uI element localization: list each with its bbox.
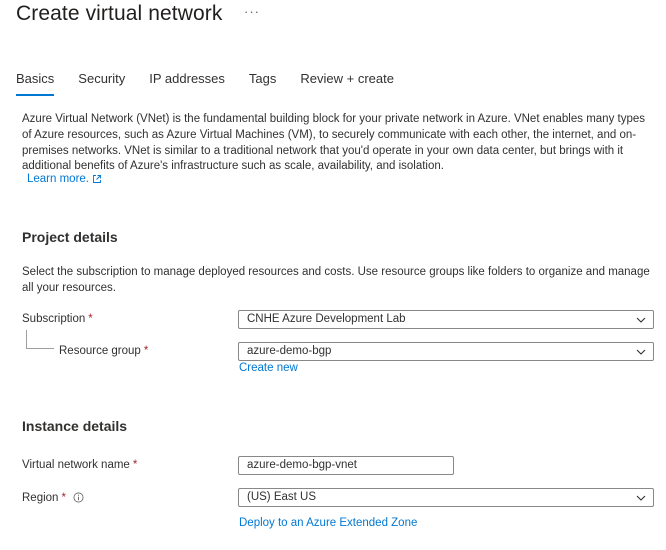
learn-more-label: Learn more. (27, 173, 90, 185)
info-icon[interactable] (73, 492, 84, 503)
tree-connector-vertical (26, 330, 27, 348)
project-details-heading: Project details (22, 229, 118, 245)
more-options-button[interactable]: ··· (244, 4, 260, 19)
instance-details-heading: Instance details (22, 418, 128, 434)
resource-group-label-text: Resource group (59, 345, 141, 357)
required-marker: * (132, 459, 138, 471)
resource-group-label: Resource group * (59, 345, 148, 357)
create-new-resource-group-link[interactable]: Create new (239, 362, 298, 374)
tab-review-create[interactable]: Review + create (300, 70, 394, 96)
vnet-name-input[interactable]: azure-demo-bgp-vnet (238, 456, 454, 475)
project-details-description: Select the subscription to manage deploy… (22, 266, 650, 294)
tab-tags[interactable]: Tags (249, 70, 276, 96)
required-marker: * (61, 492, 66, 504)
tab-ip-addresses[interactable]: IP addresses (149, 70, 225, 96)
region-label-text: Region (22, 492, 59, 504)
resource-group-dropdown[interactable]: azure-demo-bgp (238, 342, 654, 361)
tab-security[interactable]: Security (78, 70, 125, 96)
subscription-value: CNHE Azure Development Lab (247, 313, 406, 325)
region-label: Region * (22, 492, 84, 504)
region-dropdown[interactable]: (US) East US (238, 488, 654, 507)
tree-connector-horizontal (26, 348, 54, 349)
chevron-down-icon (636, 495, 646, 501)
extended-zone-link[interactable]: Deploy to an Azure Extended Zone (239, 517, 417, 529)
vnet-name-value: azure-demo-bgp-vnet (247, 459, 357, 471)
subscription-label: Subscription * (22, 313, 93, 325)
subscription-label-text: Subscription (22, 313, 86, 325)
required-marker: * (143, 345, 149, 357)
tab-bar: Basics Security IP addresses Tags Review… (16, 70, 418, 96)
region-value: (US) East US (247, 491, 317, 503)
page-title: Create virtual network (16, 2, 223, 25)
chevron-down-icon (636, 349, 646, 355)
create-vnet-page: Create virtual network ··· Basics Securi… (0, 0, 666, 550)
intro-text: Azure Virtual Network (VNet) is the fund… (22, 113, 646, 173)
learn-more-link[interactable]: Learn more. (27, 173, 102, 185)
required-marker: * (88, 313, 93, 325)
chevron-down-icon (636, 317, 646, 323)
vnet-name-label: Virtual network name * (22, 459, 137, 471)
vnet-name-label-text: Virtual network name (22, 459, 130, 471)
resource-group-value: azure-demo-bgp (247, 345, 332, 357)
external-link-icon (93, 175, 101, 183)
tab-basics[interactable]: Basics (16, 70, 55, 96)
subscription-dropdown[interactable]: CNHE Azure Development Lab (238, 310, 654, 329)
